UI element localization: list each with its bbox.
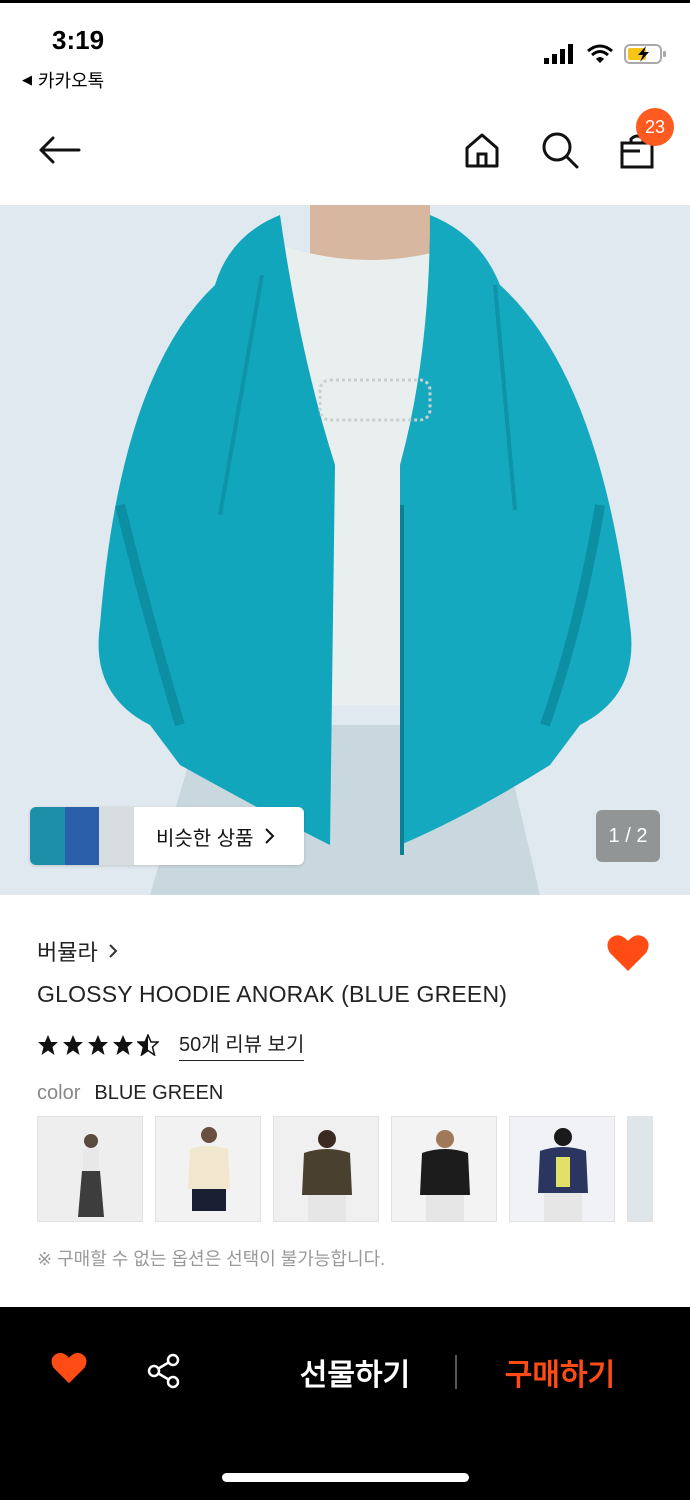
product-image[interactable]: 비슷한 상품 1 / 2 xyxy=(0,205,690,895)
star-rating xyxy=(37,1033,159,1056)
back-app-label: 카카오톡 xyxy=(38,71,105,91)
battery-charging-icon xyxy=(624,44,666,64)
wishlist-heart-icon[interactable] xyxy=(50,1351,88,1390)
chevron-right-icon xyxy=(264,828,274,844)
color-label: color xyxy=(37,1082,81,1104)
image-page-indicator: 1 / 2 xyxy=(596,810,660,862)
review-link[interactable]: 50개 리뷰 보기 xyxy=(179,1028,305,1061)
color-swatches xyxy=(37,1116,653,1222)
color-row: color BLUE GREEN xyxy=(37,1082,223,1105)
star-icon xyxy=(113,1034,133,1055)
similar-products-button[interactable]: 비슷한 상품 xyxy=(30,807,304,865)
bottom-action-bar: 선물하기 구매하기 xyxy=(0,1307,690,1500)
home-indicator[interactable] xyxy=(222,1473,469,1482)
similar-label: 비슷한 상품 xyxy=(156,827,254,850)
back-triangle-icon: ◀ xyxy=(22,72,32,87)
cart-count-badge: 23 xyxy=(636,108,674,146)
wishlist-heart-icon[interactable] xyxy=(606,933,650,978)
top-nav: 23 xyxy=(0,100,690,205)
back-arrow-icon[interactable] xyxy=(34,125,84,175)
half-star-icon xyxy=(137,1033,159,1056)
status-time: 3:19 xyxy=(52,25,105,55)
home-icon[interactable] xyxy=(457,125,507,175)
status-icons xyxy=(544,43,668,65)
star-icon xyxy=(88,1034,108,1055)
back-to-app-link[interactable]: ◀ 카카오톡 xyxy=(22,67,104,93)
color-swatch[interactable] xyxy=(509,1116,615,1222)
color-swatch[interactable] xyxy=(37,1116,143,1222)
product-title: GLOSSY HOODIE ANORAK (BLUE GREEN) xyxy=(37,981,508,1007)
button-divider xyxy=(455,1355,457,1389)
similar-thumbnails xyxy=(30,807,135,865)
signal-icon xyxy=(544,44,573,64)
chevron-right-icon xyxy=(109,944,118,958)
color-value: BLUE GREEN xyxy=(94,1082,224,1104)
brand-link[interactable]: 버뮬라 xyxy=(37,935,118,967)
share-icon[interactable] xyxy=(146,1353,182,1394)
wifi-icon xyxy=(587,44,613,63)
color-swatch[interactable] xyxy=(391,1116,497,1222)
gift-button[interactable]: 선물하기 xyxy=(270,1347,440,1397)
buy-button[interactable]: 구매하기 xyxy=(475,1347,645,1397)
option-notice: ※ 구매할 수 없는 옵션은 선택이 불가능합니다. xyxy=(37,1249,386,1269)
status-bar: 3:19 ◀ 카카오톡 xyxy=(0,0,690,100)
star-icon xyxy=(63,1034,83,1055)
search-icon[interactable] xyxy=(535,125,585,175)
color-swatch[interactable] xyxy=(273,1116,379,1222)
color-swatch[interactable] xyxy=(155,1116,261,1222)
brand-name: 버뮬라 xyxy=(37,940,98,965)
color-swatch[interactable] xyxy=(627,1116,653,1222)
star-icon xyxy=(38,1034,58,1055)
rating-row: 50개 리뷰 보기 xyxy=(37,1028,305,1061)
product-photo xyxy=(0,205,690,895)
product-info: 버뮬라 GLOSSY HOODIE ANORAK (BLUE GREEN) 50… xyxy=(0,895,690,1307)
